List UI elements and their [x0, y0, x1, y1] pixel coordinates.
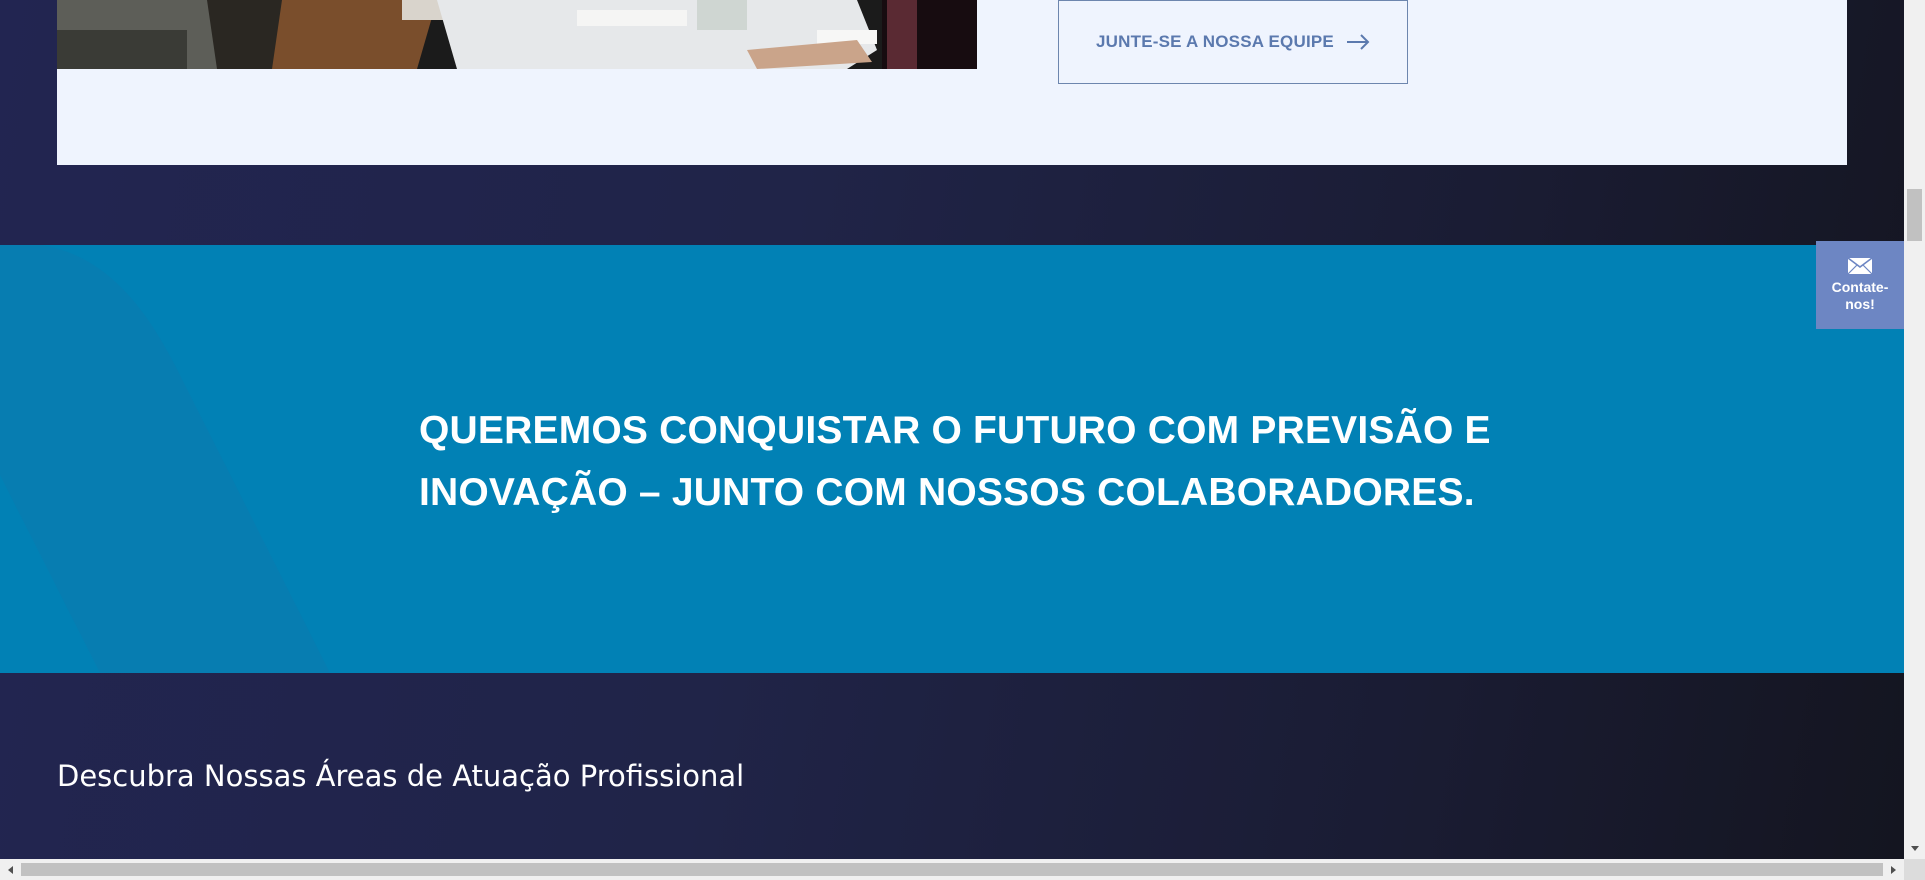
team-meeting-photo — [57, 0, 977, 69]
horizontal-scrollbar-thumb[interactable] — [21, 863, 1883, 876]
scroll-right-arrow-icon[interactable] — [1883, 859, 1904, 880]
join-team-button-label: JUNTE-SE A NOSSA EQUIPE — [1096, 32, 1334, 51]
vertical-scrollbar-thumb[interactable] — [1907, 189, 1922, 241]
scrollbar-corner — [1904, 859, 1925, 880]
scroll-down-arrow-icon[interactable] — [1904, 838, 1925, 859]
mission-banner: QUEREMOS CONQUISTAR O FUTURO COM PREVISÃ… — [0, 245, 1904, 673]
horizontal-scrollbar[interactable] — [0, 859, 1904, 880]
mission-headline: QUEREMOS CONQUISTAR O FUTURO COM PREVISÃ… — [419, 409, 1491, 514]
contact-tab[interactable]: Contate-nos! — [1816, 241, 1904, 329]
section-title: Descubra Nossas Áreas de Atuação Profiss… — [57, 759, 745, 793]
scroll-left-arrow-icon[interactable] — [0, 859, 21, 880]
banner-decoration — [0, 245, 330, 673]
page: JUNTE-SE A NOSSA EQUIPE QUEREMOS CONQUIS… — [0, 0, 1904, 859]
join-team-button[interactable]: JUNTE-SE A NOSSA EQUIPE — [1058, 0, 1408, 84]
mail-icon — [1847, 257, 1873, 275]
contact-tab-label: Contate-nos! — [1831, 279, 1889, 312]
vertical-scrollbar[interactable] — [1904, 0, 1925, 859]
careers-card: JUNTE-SE A NOSSA EQUIPE — [57, 0, 1847, 165]
arrow-right-icon — [1346, 34, 1370, 50]
